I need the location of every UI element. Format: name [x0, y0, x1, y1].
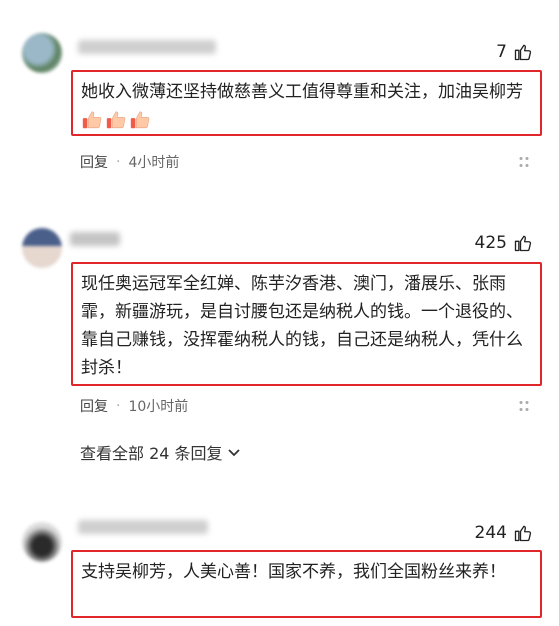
like-button[interactable]: 244 — [475, 523, 533, 543]
comment-text-highlight: 她收入微薄还坚持做慈善义工值得尊重和关注，加油吴柳芳 — [71, 70, 542, 136]
like-count: 425 — [474, 233, 507, 253]
reply-button[interactable]: 回复 — [80, 396, 108, 416]
more-dots-icon[interactable] — [517, 155, 531, 169]
emoji-row — [81, 109, 151, 131]
comment-meta: 回复 · 10小时前 — [80, 396, 188, 416]
comment-text-highlight: 支持吴柳芳，人美心善！国家不养，我们全国粉丝来养！ — [71, 550, 542, 618]
view-replies-label: 查看全部 24 条回复 — [80, 444, 223, 463]
reply-button[interactable]: 回复 — [80, 152, 108, 172]
separator-dot: · — [116, 154, 121, 170]
avatar[interactable] — [22, 522, 62, 562]
like-button[interactable]: 7 — [496, 42, 533, 62]
thumbs-up-icon — [514, 525, 532, 542]
timestamp: 10小时前 — [128, 399, 189, 415]
chevron-down-icon — [227, 449, 240, 457]
username-blurred[interactable] — [78, 520, 208, 534]
comment-text: 现任奥运冠军全红婵、陈芋汐香港、澳门，潘展乐、张雨霏，新疆游玩，是自讨腰包还是纳… — [81, 274, 523, 378]
thumbs-up-icon — [514, 44, 532, 61]
more-dots-icon[interactable] — [517, 399, 531, 413]
timestamp: 4小时前 — [128, 155, 180, 171]
avatar[interactable] — [22, 33, 62, 73]
thumbs-up-emoji-icon — [130, 111, 150, 129]
separator-dot: · — [116, 398, 121, 414]
avatar[interactable] — [22, 228, 62, 268]
comment-text-highlight: 现任奥运冠军全红婵、陈芋汐香港、澳门，潘展乐、张雨霏，新疆游玩，是自讨腰包还是纳… — [71, 262, 542, 386]
like-button[interactable]: 425 — [475, 233, 533, 253]
comment-meta: 回复 · 4小时前 — [80, 152, 179, 172]
comment-text: 她收入微薄还坚持做慈善义工值得尊重和关注，加油吴柳芳 — [81, 82, 523, 102]
thumbs-up-emoji-icon — [106, 111, 126, 129]
view-all-replies-button[interactable]: 查看全部 24 条回复 — [80, 440, 241, 464]
username-blurred[interactable] — [78, 40, 216, 54]
comment-text: 支持吴柳芳，人美心善！国家不养，我们全国粉丝来养！ — [81, 562, 506, 582]
username-blurred[interactable] — [70, 232, 120, 246]
thumbs-up-emoji-icon — [82, 111, 102, 129]
like-count: 244 — [474, 523, 507, 543]
like-count: 7 — [496, 42, 507, 62]
thumbs-up-icon — [514, 235, 532, 252]
